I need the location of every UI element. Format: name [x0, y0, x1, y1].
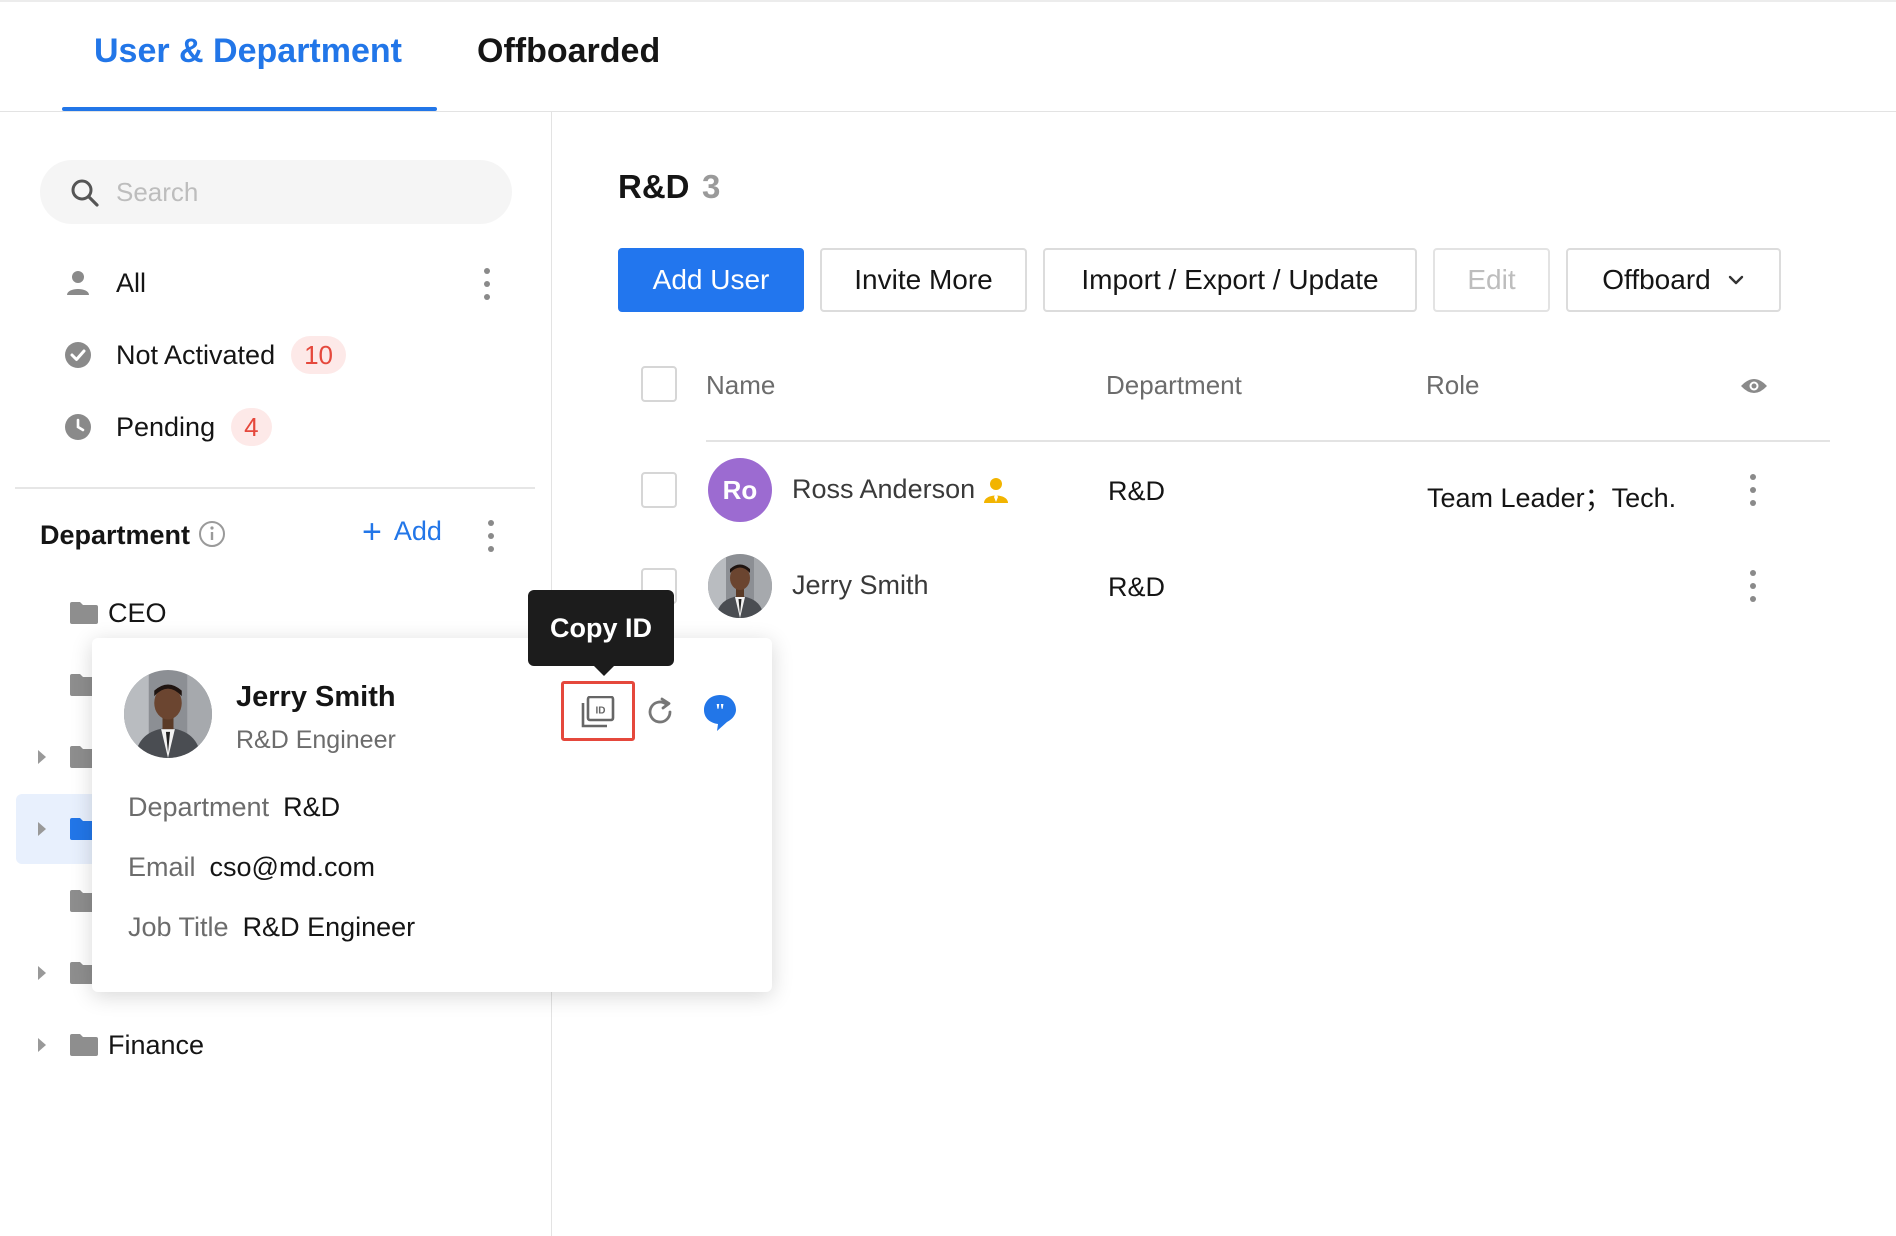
column-header-name[interactable]: Name [706, 370, 775, 401]
active-tab-indicator [62, 107, 437, 111]
svg-text:ID: ID [596, 706, 606, 717]
user-department: R&D [1108, 572, 1166, 602]
import-export-button[interactable]: Import / Export / Update [1043, 248, 1417, 312]
expand-caret-icon[interactable] [38, 822, 46, 836]
filter-not-activated[interactable]: Not Activated 10 [62, 330, 522, 380]
field-label: Job Title [128, 912, 229, 942]
info-icon[interactable] [198, 520, 226, 548]
copy-id-icon[interactable]: ID [581, 696, 615, 728]
add-user-button[interactable]: Add User [618, 248, 804, 312]
avatar[interactable] [708, 554, 772, 618]
check-circle-icon [62, 339, 94, 371]
avatar[interactable]: Ro [708, 458, 772, 522]
tab-offboarded[interactable]: Offboarded [477, 32, 660, 71]
offboard-label: Offboard [1602, 264, 1711, 295]
search-input[interactable] [116, 160, 496, 224]
select-all-checkbox[interactable] [641, 366, 677, 402]
tab-user-department[interactable]: User & Department [94, 32, 402, 71]
card-field-department: Department R&D [128, 792, 340, 823]
plus-icon: + [362, 512, 382, 551]
add-department-label: Add [393, 516, 442, 546]
user-role: Team Leader；Tech. [1427, 483, 1677, 513]
not-activated-count-badge: 10 [291, 336, 347, 374]
filter-all-label: All [116, 267, 147, 298]
field-value[interactable]: cso@md.com [210, 852, 375, 882]
search-icon [71, 179, 99, 207]
user-name[interactable]: Jerry Smith [792, 570, 929, 601]
copy-id-tooltip: Copy ID [528, 590, 674, 676]
column-header-department[interactable]: Department [1106, 370, 1242, 401]
folder-icon [70, 602, 98, 624]
tree-item-label: CEO [108, 597, 167, 628]
card-field-email: Email cso@md.com [128, 852, 375, 883]
pending-count-badge: 4 [231, 408, 272, 446]
card-field-job-title: Job Title R&D Engineer [128, 912, 415, 943]
table-header-divider [706, 440, 1830, 442]
field-label: Email [128, 852, 196, 882]
leader-icon [984, 478, 1008, 503]
user-department: R&D [1108, 476, 1166, 506]
filter-all[interactable]: All [62, 258, 522, 308]
tree-item-finance[interactable]: Finance [16, 1010, 536, 1080]
message-icon[interactable]: " [702, 693, 738, 733]
expand-caret-icon[interactable] [38, 750, 46, 764]
user-name[interactable]: Ross Anderson [792, 474, 975, 505]
row-more-icon[interactable] [1748, 570, 1758, 602]
user-profile-card: Jerry Smith R&D Engineer ID " Department… [92, 638, 772, 992]
more-options-icon[interactable] [482, 268, 492, 300]
tree-item-label: Finance [108, 1029, 205, 1060]
row-checkbox[interactable] [641, 472, 677, 508]
svg-text:": " [714, 700, 725, 722]
chevron-down-icon [1728, 275, 1743, 285]
card-avatar [124, 670, 212, 758]
field-label: Department [128, 792, 270, 822]
field-value: R&D [283, 792, 341, 822]
filter-pending[interactable]: Pending 4 [62, 402, 522, 452]
card-user-subtitle: R&D Engineer [236, 726, 396, 754]
search-box[interactable] [40, 160, 512, 224]
department-heading: Department [40, 520, 191, 550]
person-photo-icon [708, 554, 772, 618]
refresh-icon[interactable] [644, 696, 676, 728]
add-department-button[interactable]: + Add [362, 512, 442, 551]
clock-icon [62, 411, 94, 443]
expand-caret-icon[interactable] [38, 966, 46, 980]
edit-button[interactable]: Edit [1433, 248, 1550, 312]
person-photo-icon [124, 670, 212, 758]
person-icon [62, 267, 94, 299]
sidebar-divider [15, 487, 535, 489]
filter-not-activated-label: Not Activated [116, 339, 276, 370]
folder-icon [70, 1034, 98, 1056]
card-user-name: Jerry Smith [236, 681, 396, 713]
eye-icon[interactable] [1740, 376, 1768, 396]
tab-bar: User & Department Offboarded [0, 0, 1896, 112]
member-count: 3 [702, 168, 721, 205]
department-more-icon[interactable] [486, 520, 496, 552]
page-title: R&D [618, 168, 690, 205]
invite-more-button[interactable]: Invite More [820, 248, 1027, 312]
expand-caret-icon[interactable] [38, 1038, 46, 1052]
row-more-icon[interactable] [1748, 474, 1758, 506]
offboard-dropdown[interactable]: Offboard [1566, 248, 1781, 312]
field-value: R&D Engineer [242, 912, 416, 942]
column-header-role[interactable]: Role [1426, 370, 1479, 401]
filter-pending-label: Pending [116, 411, 216, 442]
